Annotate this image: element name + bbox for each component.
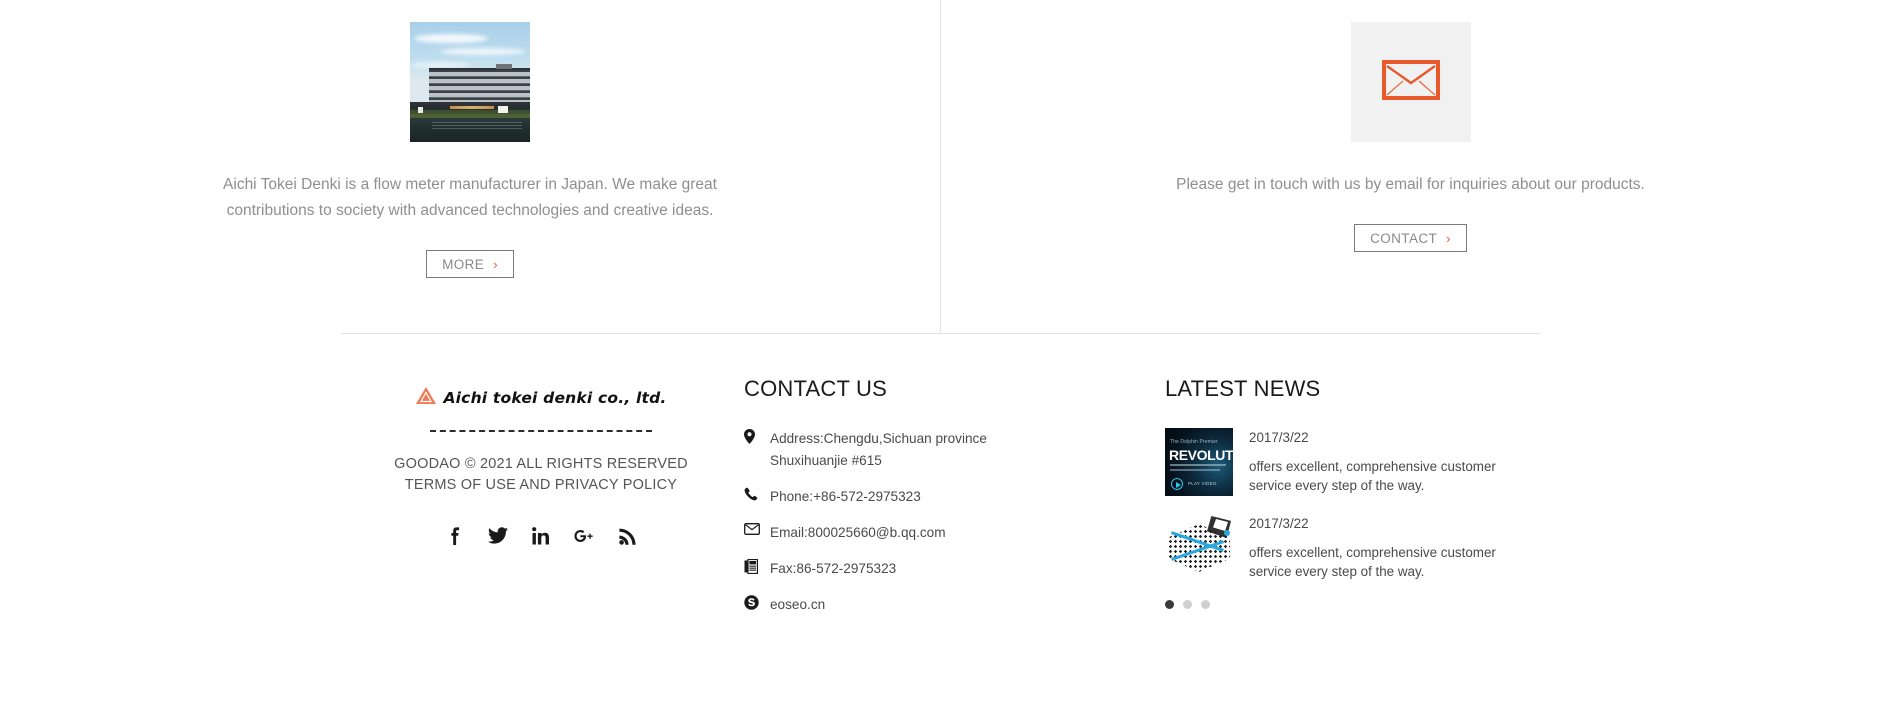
promo-section: Aichi Tokei Denki is a flow meter manufa… xyxy=(0,0,1880,334)
news-date: 2017/3/22 xyxy=(1249,516,1309,531)
phone-icon xyxy=(744,486,770,501)
contact-address-line-2: Shuxihuanjie #615 xyxy=(770,453,882,468)
twitter-icon[interactable] xyxy=(488,526,508,546)
facebook-icon[interactable] xyxy=(445,526,465,546)
company-building-photo xyxy=(410,22,530,142)
news-description[interactable]: offers excellent, comprehensive customer… xyxy=(1249,543,1511,581)
chevron-right-icon: › xyxy=(1446,230,1451,246)
news-date: 2017/3/22 xyxy=(1249,430,1309,445)
promo-column-contact: Please get in touch with us by email for… xyxy=(940,0,1880,334)
promo-contact-text: Please get in touch with us by email for… xyxy=(1176,176,1645,193)
location-pin-icon xyxy=(744,428,770,444)
googleplus-icon[interactable] xyxy=(574,526,594,546)
more-button-label: MORE xyxy=(442,256,485,272)
play-icon[interactable] xyxy=(1171,478,1183,490)
news-thumb-play-label: PLAY VIDEO xyxy=(1188,481,1217,486)
section-divider xyxy=(341,333,1541,334)
fax-icon xyxy=(744,558,770,574)
contact-phone-text[interactable]: Phone:+86-572-2975323 xyxy=(770,486,921,508)
carousel-dot-3[interactable] xyxy=(1201,600,1210,609)
carousel-dot-1[interactable] xyxy=(1165,600,1174,609)
dashed-divider xyxy=(430,430,652,432)
contact-address-line-1: Address:Chengdu,Sichuan province xyxy=(770,431,987,446)
contact-row-address: Address:Chengdu,Sichuan province Shuxihu… xyxy=(744,428,1161,472)
footer-logo[interactable]: Aichi tokei denki co., ltd. xyxy=(415,386,666,410)
news-description[interactable]: offers excellent, comprehensive customer… xyxy=(1249,457,1511,495)
copyright-line-1: GOODAO © 2021 ALL RIGHTS RESERVED xyxy=(394,456,688,472)
contact-row-phone: Phone:+86-572-2975323 xyxy=(744,486,1161,508)
contact-fax-text: Fax:86-572-2975323 xyxy=(770,561,897,576)
rss-icon[interactable] xyxy=(617,526,637,546)
news-thumb-kicker: The Dolphin Premier xyxy=(1170,439,1218,445)
contact-row-fax: Fax:86-572-2975323 xyxy=(744,558,1161,580)
news-thumbnail[interactable] xyxy=(1165,514,1233,582)
contact-row-email: Email:800025660@b.qq.com xyxy=(744,522,1161,544)
linkedin-icon[interactable] xyxy=(531,526,551,546)
news-carousel-pager xyxy=(1165,600,1541,609)
news-item[interactable]: 2017/3/22 offers excellent, comprehensiv… xyxy=(1165,514,1541,582)
copyright-text: GOODAO © 2021 ALL RIGHTS RESERVED TERMS … xyxy=(394,454,688,496)
contact-row-skype: eoseo.cn xyxy=(744,594,1161,616)
contact-button[interactable]: CONTACT › xyxy=(1354,224,1467,252)
promo-column-company: Aichi Tokei Denki is a flow meter manufa… xyxy=(0,0,940,334)
news-thumb-headline: REVOLUTI xyxy=(1169,447,1233,463)
more-button[interactable]: MORE › xyxy=(426,250,514,278)
contact-us-title: CONTACT US xyxy=(744,376,887,401)
aichi-triangle-logo-icon xyxy=(415,386,437,410)
page-root: Aichi Tokei Denki is a flow meter manufa… xyxy=(0,0,1880,714)
envelope-icon xyxy=(1381,59,1440,105)
copyright-line-2[interactable]: TERMS OF USE AND PRIVACY POLICY xyxy=(394,475,688,496)
footer-logo-text: Aichi tokei denki co., ltd. xyxy=(443,389,667,407)
contact-skype-text[interactable]: eoseo.cn xyxy=(770,594,825,616)
promo-company-text: Aichi Tokei Denki is a flow meter manufa… xyxy=(223,176,717,219)
mail-tile xyxy=(1350,22,1471,142)
contact-email-text[interactable]: Email:800025660@b.qq.com xyxy=(770,522,946,544)
footer: Aichi tokei denki co., ltd. GOODAO © 202… xyxy=(341,376,1541,630)
news-body: 2017/3/22 offers excellent, comprehensiv… xyxy=(1233,514,1511,582)
carousel-dot-2[interactable] xyxy=(1183,600,1192,609)
contact-button-label: CONTACT xyxy=(1370,230,1438,246)
social-links xyxy=(445,526,637,546)
footer-contact-column: CONTACT US Address:Chengdu,Sichuan provi… xyxy=(741,376,1161,630)
news-body: 2017/3/22 offers excellent, comprehensiv… xyxy=(1233,428,1511,496)
news-item[interactable]: The Dolphin Premier REVOLUTI PLAY VIDEO … xyxy=(1165,428,1541,496)
skype-icon xyxy=(744,594,770,610)
chevron-right-icon: › xyxy=(493,256,498,272)
footer-news-column: LATEST NEWS The Dolphin Premier REVOLUTI… xyxy=(1161,376,1541,630)
latest-news-title: LATEST NEWS xyxy=(1165,376,1321,401)
footer-brand-column: Aichi tokei denki co., ltd. GOODAO © 202… xyxy=(341,376,741,630)
envelope-icon xyxy=(744,522,770,535)
news-thumbnail[interactable]: The Dolphin Premier REVOLUTI PLAY VIDEO xyxy=(1165,428,1233,496)
